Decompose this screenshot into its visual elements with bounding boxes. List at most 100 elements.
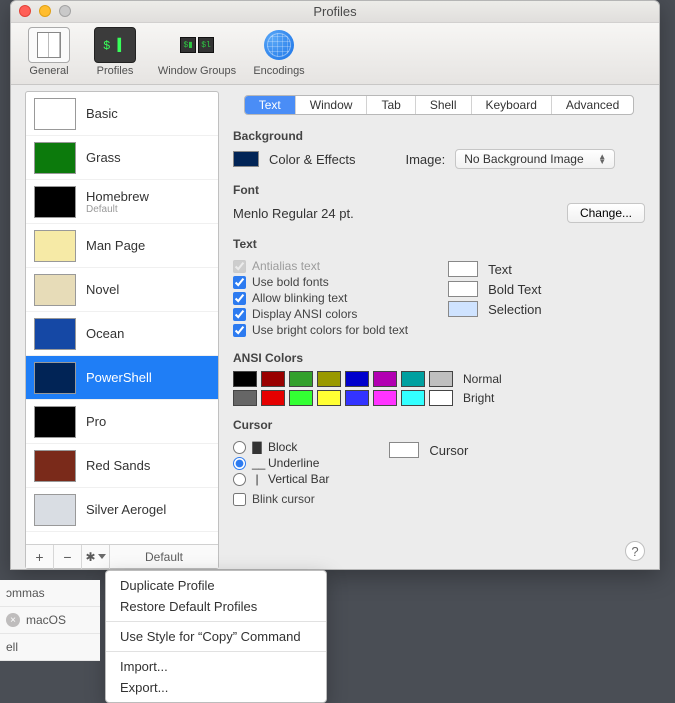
toolbar-encodings[interactable]: Encodings: [249, 27, 309, 77]
general-icon: [28, 27, 70, 63]
ansi-swatch[interactable]: [373, 390, 397, 406]
ansi-swatch[interactable]: [261, 390, 285, 406]
toolbar: General $ ▍ Profiles $▮$l Window Groups …: [11, 23, 659, 85]
minimize-icon[interactable]: [39, 5, 51, 17]
profile-row-basic[interactable]: Basic: [26, 92, 218, 136]
ansi-swatch[interactable]: [429, 390, 453, 406]
profile-row-pro[interactable]: Pro: [26, 400, 218, 444]
ansi-swatch[interactable]: [345, 371, 369, 387]
profile-row-man-page[interactable]: Man Page: [26, 224, 218, 268]
profiles-icon: $ ▍: [94, 27, 136, 63]
change-font-button[interactable]: Change...: [567, 203, 645, 223]
profile-list[interactable]: Basic Grass HomebrewDefault Man Page Novel Oc…: [26, 92, 218, 544]
profile-thumb: [34, 186, 76, 218]
profile-row-silver-aerogel[interactable]: Silver Aerogel: [26, 488, 218, 532]
ansi-swatch[interactable]: [289, 390, 313, 406]
bold-color-swatch[interactable]: [448, 281, 478, 297]
ansi-swatch[interactable]: [401, 390, 425, 406]
profile-row-powershell[interactable]: PowerShell: [26, 356, 218, 400]
cursor-color-swatch[interactable]: [389, 442, 419, 458]
background-sidebar-fragment: ɔmmas ×macOS ell: [0, 580, 100, 661]
toolbar-profiles[interactable]: $ ▍ Profiles: [85, 27, 145, 77]
profile-thumb: [34, 494, 76, 526]
set-default-button[interactable]: Default: [110, 550, 218, 564]
profiles-sidebar: BasicGrassHomebrewDefaultMan PageNovelOc…: [25, 91, 219, 569]
background-heading: Background: [233, 129, 645, 143]
window-title: Profiles: [11, 1, 659, 23]
sidebar-footer: + − ✱ Default: [26, 544, 218, 568]
close-icon[interactable]: [19, 5, 31, 17]
profile-actions-menu: Duplicate Profile Restore Default Profil…: [105, 570, 327, 703]
text-color-swatch[interactable]: [448, 261, 478, 277]
background-color-swatch[interactable]: [233, 151, 259, 167]
ansi-swatch[interactable]: [233, 371, 257, 387]
toolbar-window-groups[interactable]: $▮$l Window Groups: [151, 27, 243, 77]
profile-actions-button[interactable]: ✱: [82, 545, 110, 569]
menu-restore-defaults[interactable]: Restore Default Profiles: [106, 596, 326, 617]
profile-row-red-sands[interactable]: Red Sands: [26, 444, 218, 488]
remove-profile-button[interactable]: −: [54, 545, 82, 569]
profile-thumb: [34, 450, 76, 482]
ansi-swatch[interactable]: [317, 390, 341, 406]
profile-name: Man Page: [86, 238, 145, 253]
bright-bold-checkbox[interactable]: Use bright colors for bold text: [233, 323, 408, 337]
blinking-text-checkbox[interactable]: Allow blinking text: [233, 291, 408, 305]
profile-row-grass[interactable]: Grass: [26, 136, 218, 180]
ansi-row-label: Bright: [463, 391, 494, 405]
tab-shell[interactable]: Shell: [416, 96, 472, 114]
tab-tab[interactable]: Tab: [367, 96, 415, 114]
menu-use-style-copy[interactable]: Use Style for “Copy” Command: [106, 626, 326, 647]
tab-keyboard[interactable]: Keyboard: [472, 96, 552, 114]
ansi-swatch[interactable]: [261, 371, 285, 387]
help-button[interactable]: ?: [625, 541, 645, 561]
profile-name: Grass: [86, 150, 121, 165]
menu-import[interactable]: Import...: [106, 656, 326, 677]
encodings-icon: [258, 27, 300, 63]
tab-text[interactable]: Text: [245, 96, 296, 114]
profile-name: Homebrew: [86, 189, 149, 204]
profile-name: Novel: [86, 282, 119, 297]
selection-color-swatch[interactable]: [448, 301, 478, 317]
background-image-popup[interactable]: No Background Image ▲▼: [455, 149, 615, 169]
add-profile-button[interactable]: +: [26, 545, 54, 569]
ansi-swatch[interactable]: [233, 390, 257, 406]
profile-name: Silver Aerogel: [86, 502, 166, 517]
preferences-window: Profiles General $ ▍ Profiles $▮$l Windo…: [10, 0, 660, 570]
ansi-colors-checkbox[interactable]: Display ANSI colors: [233, 307, 408, 321]
text-heading: Text: [233, 237, 645, 251]
menu-duplicate-profile[interactable]: Duplicate Profile: [106, 575, 326, 596]
profile-thumb: [34, 142, 76, 174]
ansi-swatch[interactable]: [345, 390, 369, 406]
chevron-updown-icon: ▲▼: [598, 154, 606, 164]
profile-thumb: [34, 274, 76, 306]
cursor-underline-radio[interactable]: __Underline: [233, 456, 329, 470]
cursor-block-radio[interactable]: ▇Block: [233, 440, 329, 454]
profile-thumb: [34, 362, 76, 394]
ansi-swatch[interactable]: [401, 371, 425, 387]
tab-window[interactable]: Window: [296, 96, 368, 114]
ansi-swatch[interactable]: [429, 371, 453, 387]
cursor-vbar-radio[interactable]: |Vertical Bar: [233, 472, 329, 486]
zoom-icon[interactable]: [59, 5, 71, 17]
profile-name: PowerShell: [86, 370, 152, 385]
font-value: Menlo Regular 24 pt.: [233, 206, 354, 221]
profile-name: Pro: [86, 414, 106, 429]
ansi-swatch[interactable]: [373, 371, 397, 387]
profile-thumb: [34, 230, 76, 262]
titlebar[interactable]: Profiles: [11, 1, 659, 23]
ansi-swatch[interactable]: [317, 371, 341, 387]
profile-row-homebrew[interactable]: HomebrewDefault: [26, 180, 218, 224]
tab-advanced[interactable]: Advanced: [552, 96, 633, 114]
menu-export[interactable]: Export...: [106, 677, 326, 698]
blink-cursor-checkbox[interactable]: Blink cursor: [233, 492, 329, 506]
window-groups-icon: $▮$l: [176, 27, 218, 63]
bold-fonts-checkbox[interactable]: Use bold fonts: [233, 275, 408, 289]
antialias-checkbox[interactable]: Antialias text: [233, 259, 408, 273]
profile-row-ocean[interactable]: Ocean: [26, 312, 218, 356]
font-heading: Font: [233, 183, 645, 197]
settings-pane: Text Window Tab Shell Keyboard Advanced …: [219, 85, 659, 569]
toolbar-general[interactable]: General: [19, 27, 79, 77]
ansi-bright-row: Bright: [233, 390, 645, 406]
profile-row-novel[interactable]: Novel: [26, 268, 218, 312]
ansi-swatch[interactable]: [289, 371, 313, 387]
